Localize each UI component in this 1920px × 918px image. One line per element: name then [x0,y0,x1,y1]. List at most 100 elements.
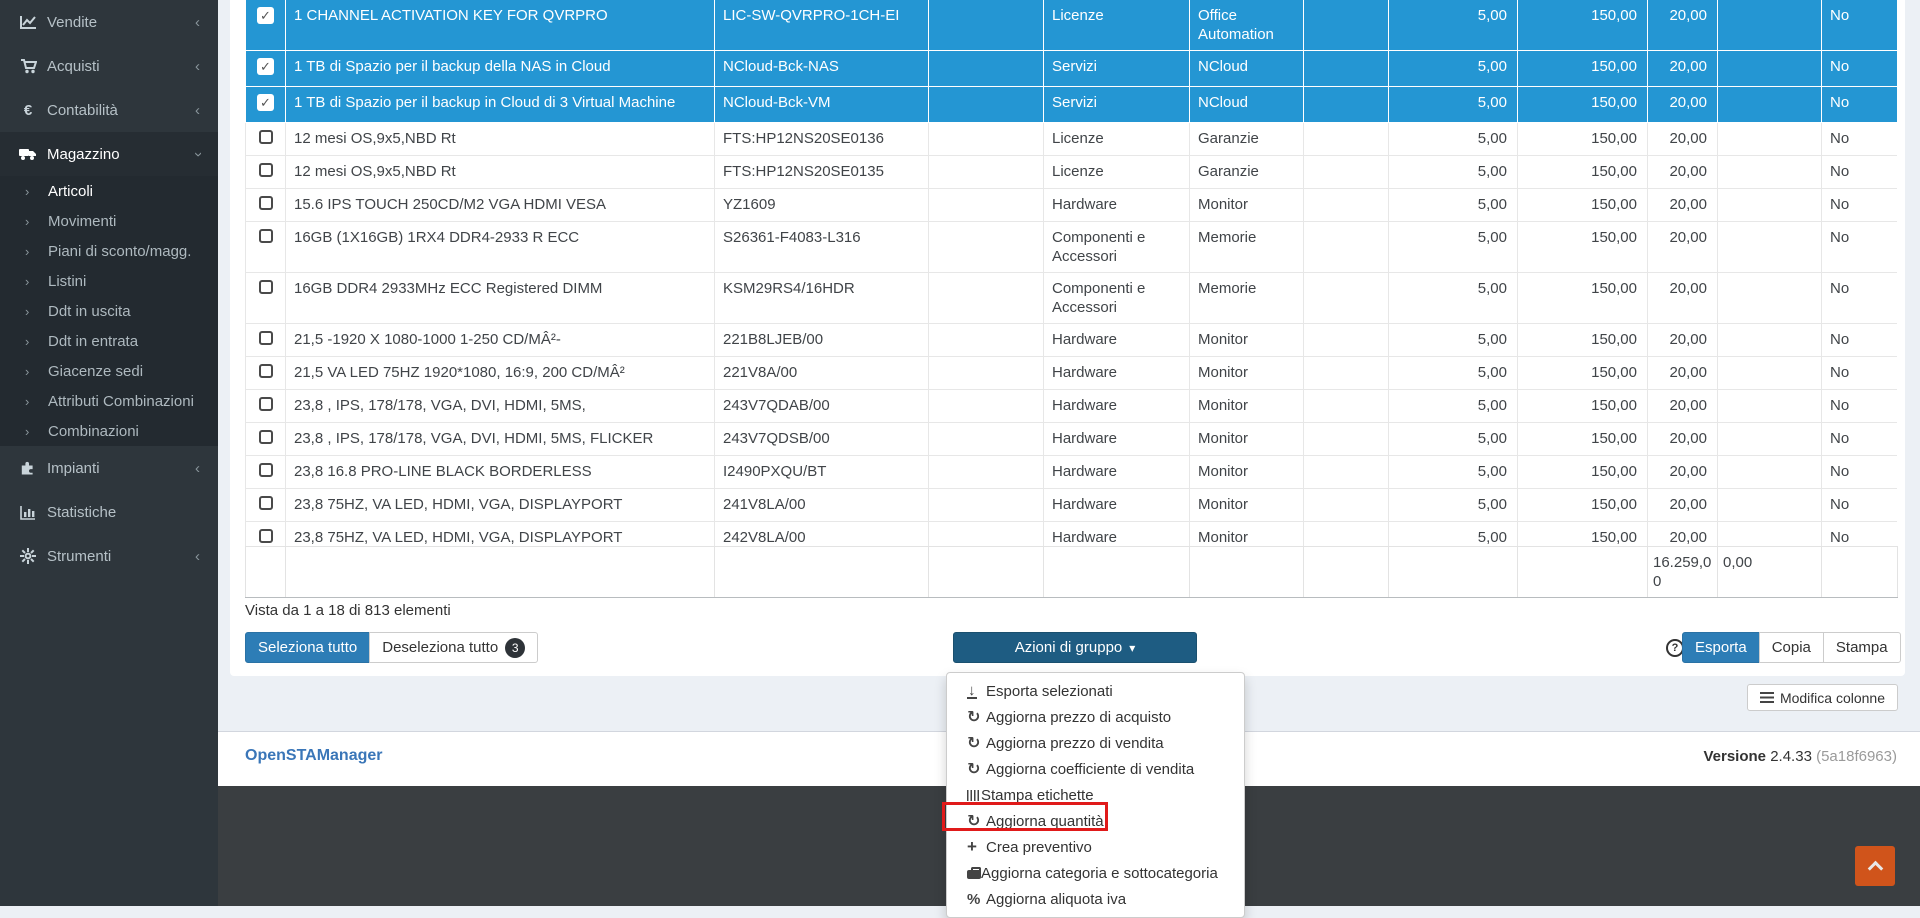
quantity-cell: 5,00 [1389,357,1518,390]
row-checkbox[interactable] [259,496,273,510]
coefficient-cell: 20,00 [1648,222,1718,273]
category-cell: Licenze [1044,123,1190,156]
empty-cell [929,324,1044,357]
row-checkbox[interactable] [259,529,273,543]
dropdown-item-aggiorna-prezzo-di-vendita[interactable]: Aggiorna prezzo di vendita [947,730,1244,756]
euro-icon: € [18,102,38,119]
sidebar-subitem-articoli[interactable]: ›Articoli [0,176,218,206]
price-cell: 150,00 [1518,390,1648,423]
sidebar-subitem-giacenze-sedi[interactable]: ›Giacenze sedi [0,356,218,386]
subcategory-cell: Garanzie [1190,123,1304,156]
product-description-cell: 21,5 VA LED 75HZ 1920*1080, 16:9, 200 CD… [286,357,715,390]
sidebar-item-vendite[interactable]: Vendite ‹ [0,0,218,44]
sidebar-item-acquisti[interactable]: Acquisti ‹ [0,44,218,88]
empty-cell [929,489,1044,522]
row-checkbox[interactable] [259,196,273,210]
chevron-right-icon: › [25,184,39,199]
dropdown-item-esporta-selezionati[interactable]: Esporta selezionati [947,678,1244,704]
empty-cell [1304,222,1389,273]
subcategory-cell: NCloud [1190,87,1304,123]
dropdown-item-label: Aggiorna prezzo di acquisto [986,709,1171,726]
group-actions-menu: Esporta selezionati Aggiorna prezzo di ac… [946,672,1245,918]
category-cell: Licenze [1044,0,1190,51]
sidebar-item-strumenti[interactable]: Strumenti ‹ [0,534,218,578]
edit-columns-button[interactable]: Modifica colonne [1747,684,1898,711]
empty-cell [1718,123,1822,156]
sidebar-subitem-ddt-in-uscita[interactable]: ›Ddt in uscita [0,296,218,326]
empty-cell [929,522,1044,547]
dropdown-item-aggiorna-aliquota-iva[interactable]: Aggiorna aliquota iva [947,886,1244,912]
price-cell: 150,00 [1518,522,1648,547]
row-checkbox[interactable] [259,331,273,345]
totals-empty-cell [1044,547,1190,598]
sidebar-item-statistiche[interactable]: Statistiche [0,490,218,534]
highlight-box [942,802,1108,831]
serial-cell: No [1822,489,1898,522]
version-build: (5a18f6963) [1816,748,1897,765]
chevron-right-icon: › [25,214,39,229]
serial-cell: No [1822,87,1898,123]
select-all-button[interactable]: Seleziona tutto [245,632,370,663]
product-description-cell: 23,8 , IPS, 178/178, VGA, DVI, HDMI, 5MS… [286,423,715,456]
sidebar-subitem-piani-di-sconto-magg-[interactable]: ›Piani di sconto/magg. [0,236,218,266]
chevron-right-icon: › [25,364,39,379]
table-row: 16GB (1X16GB) 1RX4 DDR4-2933 R ECCS26361… [246,222,1898,273]
sidebar-item-magazzino[interactable]: Magazzino ‹ [0,132,218,176]
empty-cell [929,123,1044,156]
group-actions-button[interactable]: Azioni di gruppo ▾ [953,632,1197,663]
row-checkbox[interactable] [259,397,273,411]
totals-empty-cell [929,547,1044,598]
stampa-button[interactable]: Stampa [1823,632,1901,663]
product-code-cell: 243V7QDAB/00 [715,390,929,423]
row-checkbox[interactable] [259,280,273,294]
row-checkbox[interactable] [257,7,274,24]
totals-empty-cell [1190,547,1304,598]
row-checkbox[interactable] [257,94,274,111]
sidebar-subitem-listini[interactable]: ›Listini [0,266,218,296]
chevron-left-icon: ‹ [195,14,200,31]
row-checkbox[interactable] [259,130,273,144]
dropdown-item-aggiorna-prezzo-di-acquisto[interactable]: Aggiorna prezzo di acquisto [947,704,1244,730]
empty-cell [929,390,1044,423]
sidebar-item-contabilita[interactable]: € Contabilità ‹ [0,88,218,132]
table-row: 23,8 , IPS, 178/178, VGA, DVI, HDMI, 5MS… [246,423,1898,456]
serial-cell: No [1822,273,1898,324]
row-checkbox[interactable] [259,364,273,378]
deselect-all-button[interactable]: Deseleziona tutto 3 [369,632,538,663]
subcategory-cell: Monitor [1190,522,1304,547]
row-checkbox[interactable] [259,430,273,444]
brand-link[interactable]: OpenSTAManager [245,747,383,765]
sidebar-sublabel: Attributi Combinazioni [48,393,194,410]
serial-cell: No [1822,324,1898,357]
sidebar-subitem-ddt-in-entrata[interactable]: ›Ddt in entrata [0,326,218,356]
coefficient-cell: 20,00 [1648,324,1718,357]
serial-cell: No [1822,51,1898,87]
subcategory-cell: Monitor [1190,357,1304,390]
sidebar-item-impianti[interactable]: Impianti ‹ [0,446,218,490]
table-row: 23,8 75HZ, VA LED, HDMI, VGA, DISPLAYPOR… [246,489,1898,522]
scroll-to-top-button[interactable] [1855,846,1895,886]
row-checkbox[interactable] [257,58,274,75]
totals-empty-cell [1304,547,1389,598]
row-checkbox-cell [246,456,286,489]
product-code-cell: 221B8LJEB/00 [715,324,929,357]
empty-cell [1718,0,1822,51]
table-row: 15.6 IPS TOUCH 250CD/M2 VGA HDMI VESAYZ1… [246,189,1898,222]
sidebar-subitem-attributi-combinazioni[interactable]: ›Attributi Combinazioni [0,386,218,416]
sidebar-subitem-movimenti[interactable]: ›Movimenti [0,206,218,236]
coefficient-cell: 20,00 [1648,123,1718,156]
coefficient-cell: 20,00 [1648,489,1718,522]
row-checkbox[interactable] [259,229,273,243]
version-number: 2.4.33 [1770,748,1812,765]
dropdown-item-aggiorna-categoria-e-sottocategoria[interactable]: Aggiorna categoria e sottocategoria [947,860,1244,886]
row-checkbox[interactable] [259,463,273,477]
dropdown-item-aggiorna-coefficiente-di-vendita[interactable]: Aggiorna coefficiente di vendita [947,756,1244,782]
sidebar-label: Acquisti [47,58,195,75]
copia-button[interactable]: Copia [1759,632,1824,663]
esporta-button[interactable]: Esporta [1682,632,1760,663]
sidebar-subitem-combinazioni[interactable]: ›Combinazioni [0,416,218,446]
category-cell: Hardware [1044,489,1190,522]
row-checkbox[interactable] [259,163,273,177]
dropdown-item-crea-preventivo[interactable]: Crea preventivo [947,834,1244,860]
empty-cell [1718,156,1822,189]
